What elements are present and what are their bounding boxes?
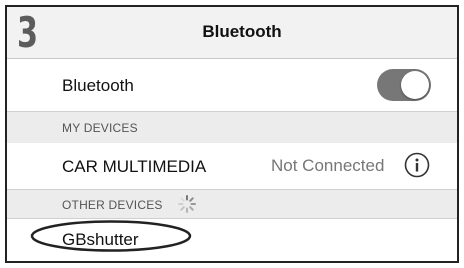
my-devices-section-header: MY DEVICES [7,111,457,143]
device-row-car-multimedia[interactable]: CAR MULTIMEDIA Not Connected [7,143,457,189]
device-name: CAR MULTIMEDIA [62,157,207,176]
screenshot-frame: 3 Bluetooth Bluetooth MY DEVICES CAR MUL… [5,5,459,263]
loading-spinner-icon [178,195,196,213]
nav-bar: 3 Bluetooth [7,7,457,59]
bluetooth-toggle[interactable] [377,69,431,101]
device-status: Not Connected [271,156,385,175]
other-devices-section-header: OTHER DEVICES [7,189,457,219]
other-devices-header: OTHER DEVICES [62,198,163,212]
my-devices-header: MY DEVICES [62,121,138,135]
info-icon[interactable] [404,152,430,178]
highlight-ellipse [30,220,192,252]
bluetooth-toggle-row: Bluetooth [7,59,457,111]
bluetooth-row-label: Bluetooth [62,76,134,95]
toggle-knob [401,71,429,99]
nav-title: Bluetooth [202,22,282,41]
